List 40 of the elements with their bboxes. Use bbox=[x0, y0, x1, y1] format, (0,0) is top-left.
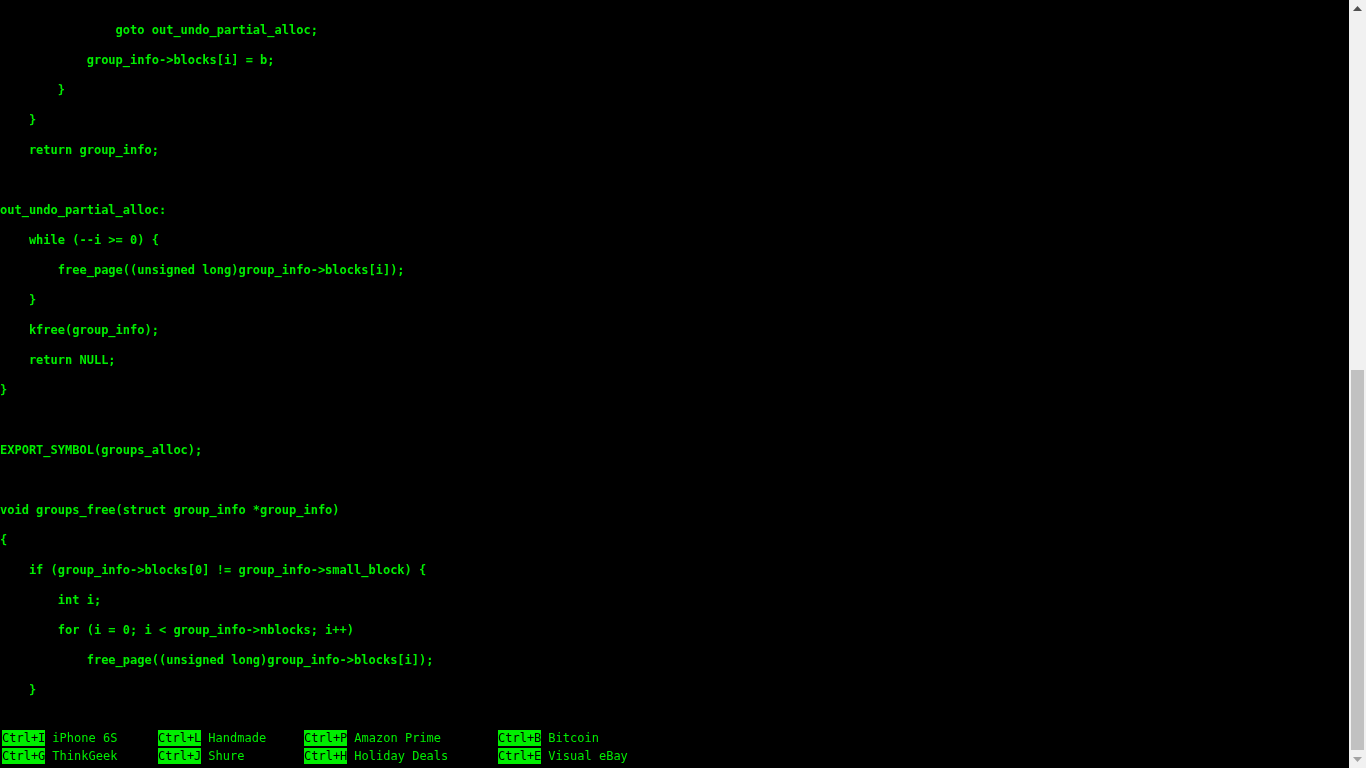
scroll-down-icon[interactable] bbox=[1353, 757, 1362, 762]
code-line: } bbox=[27, 292, 37, 308]
scrollbar[interactable] bbox=[1349, 0, 1366, 768]
shortcut-label[interactable]: Visual eBay bbox=[548, 748, 628, 764]
shortcut-label[interactable]: ThinkGeek bbox=[52, 748, 118, 764]
shortcut-key: Ctrl+J bbox=[158, 748, 202, 764]
shortcut-key: Ctrl+G bbox=[2, 748, 46, 764]
code-line: } bbox=[0, 382, 8, 398]
shortcut-label[interactable]: Amazon Prime bbox=[354, 730, 442, 746]
shortcut-label[interactable]: Bitcoin bbox=[548, 730, 599, 746]
code-line: void groups_free(struct group_info *group_info) bbox=[0, 502, 340, 518]
code-line: EXPORT_SYMBOL(groups_alloc); bbox=[0, 442, 203, 458]
code-line: out_undo_partial_alloc: bbox=[0, 202, 167, 218]
code-line: int i; bbox=[56, 592, 102, 608]
scroll-up-icon[interactable] bbox=[1353, 6, 1362, 11]
shortcut-key: Ctrl+I bbox=[2, 730, 46, 746]
code-line: if (group_info->blocks[0] != group_info->small_block) { bbox=[27, 562, 427, 578]
shortcut-key: Ctrl+P bbox=[304, 730, 348, 746]
code-line: } bbox=[56, 82, 66, 98]
shortcut-label[interactable]: iPhone 6S bbox=[52, 730, 118, 746]
shortcut-label[interactable]: Handmade bbox=[208, 730, 267, 746]
code-line: free_page((unsigned long)group_info->blocks[i]); bbox=[56, 262, 405, 278]
code-line: } bbox=[27, 682, 37, 698]
scrollbar-thumb[interactable] bbox=[1351, 370, 1364, 750]
shortcut-key: Ctrl+B bbox=[498, 730, 542, 746]
shortcut-label[interactable]: Holiday Deals bbox=[354, 748, 449, 764]
code-line: goto out_undo_partial_alloc; bbox=[114, 22, 318, 38]
code-line: } bbox=[27, 112, 37, 128]
code-line: return group_info; bbox=[27, 142, 159, 158]
code-line: group_info->blocks[i] = b; bbox=[85, 52, 275, 68]
code-line: for (i = 0; i < group_info->nblocks; i++) bbox=[56, 622, 354, 638]
shortcut-label[interactable]: Shure bbox=[208, 748, 245, 764]
code-line: while (--i >= 0) { bbox=[27, 232, 159, 248]
shortcut-key: Ctrl+H bbox=[304, 748, 348, 764]
shortcut-key: Ctrl+L bbox=[158, 730, 202, 746]
code-line: { bbox=[0, 532, 8, 548]
code-line: kfree(group_info); bbox=[27, 322, 159, 338]
code-line: free_page((unsigned long)group_info->blocks[i]); bbox=[85, 652, 434, 668]
code-line: return NULL; bbox=[27, 352, 116, 368]
shortcut-key: Ctrl+E bbox=[498, 748, 542, 764]
